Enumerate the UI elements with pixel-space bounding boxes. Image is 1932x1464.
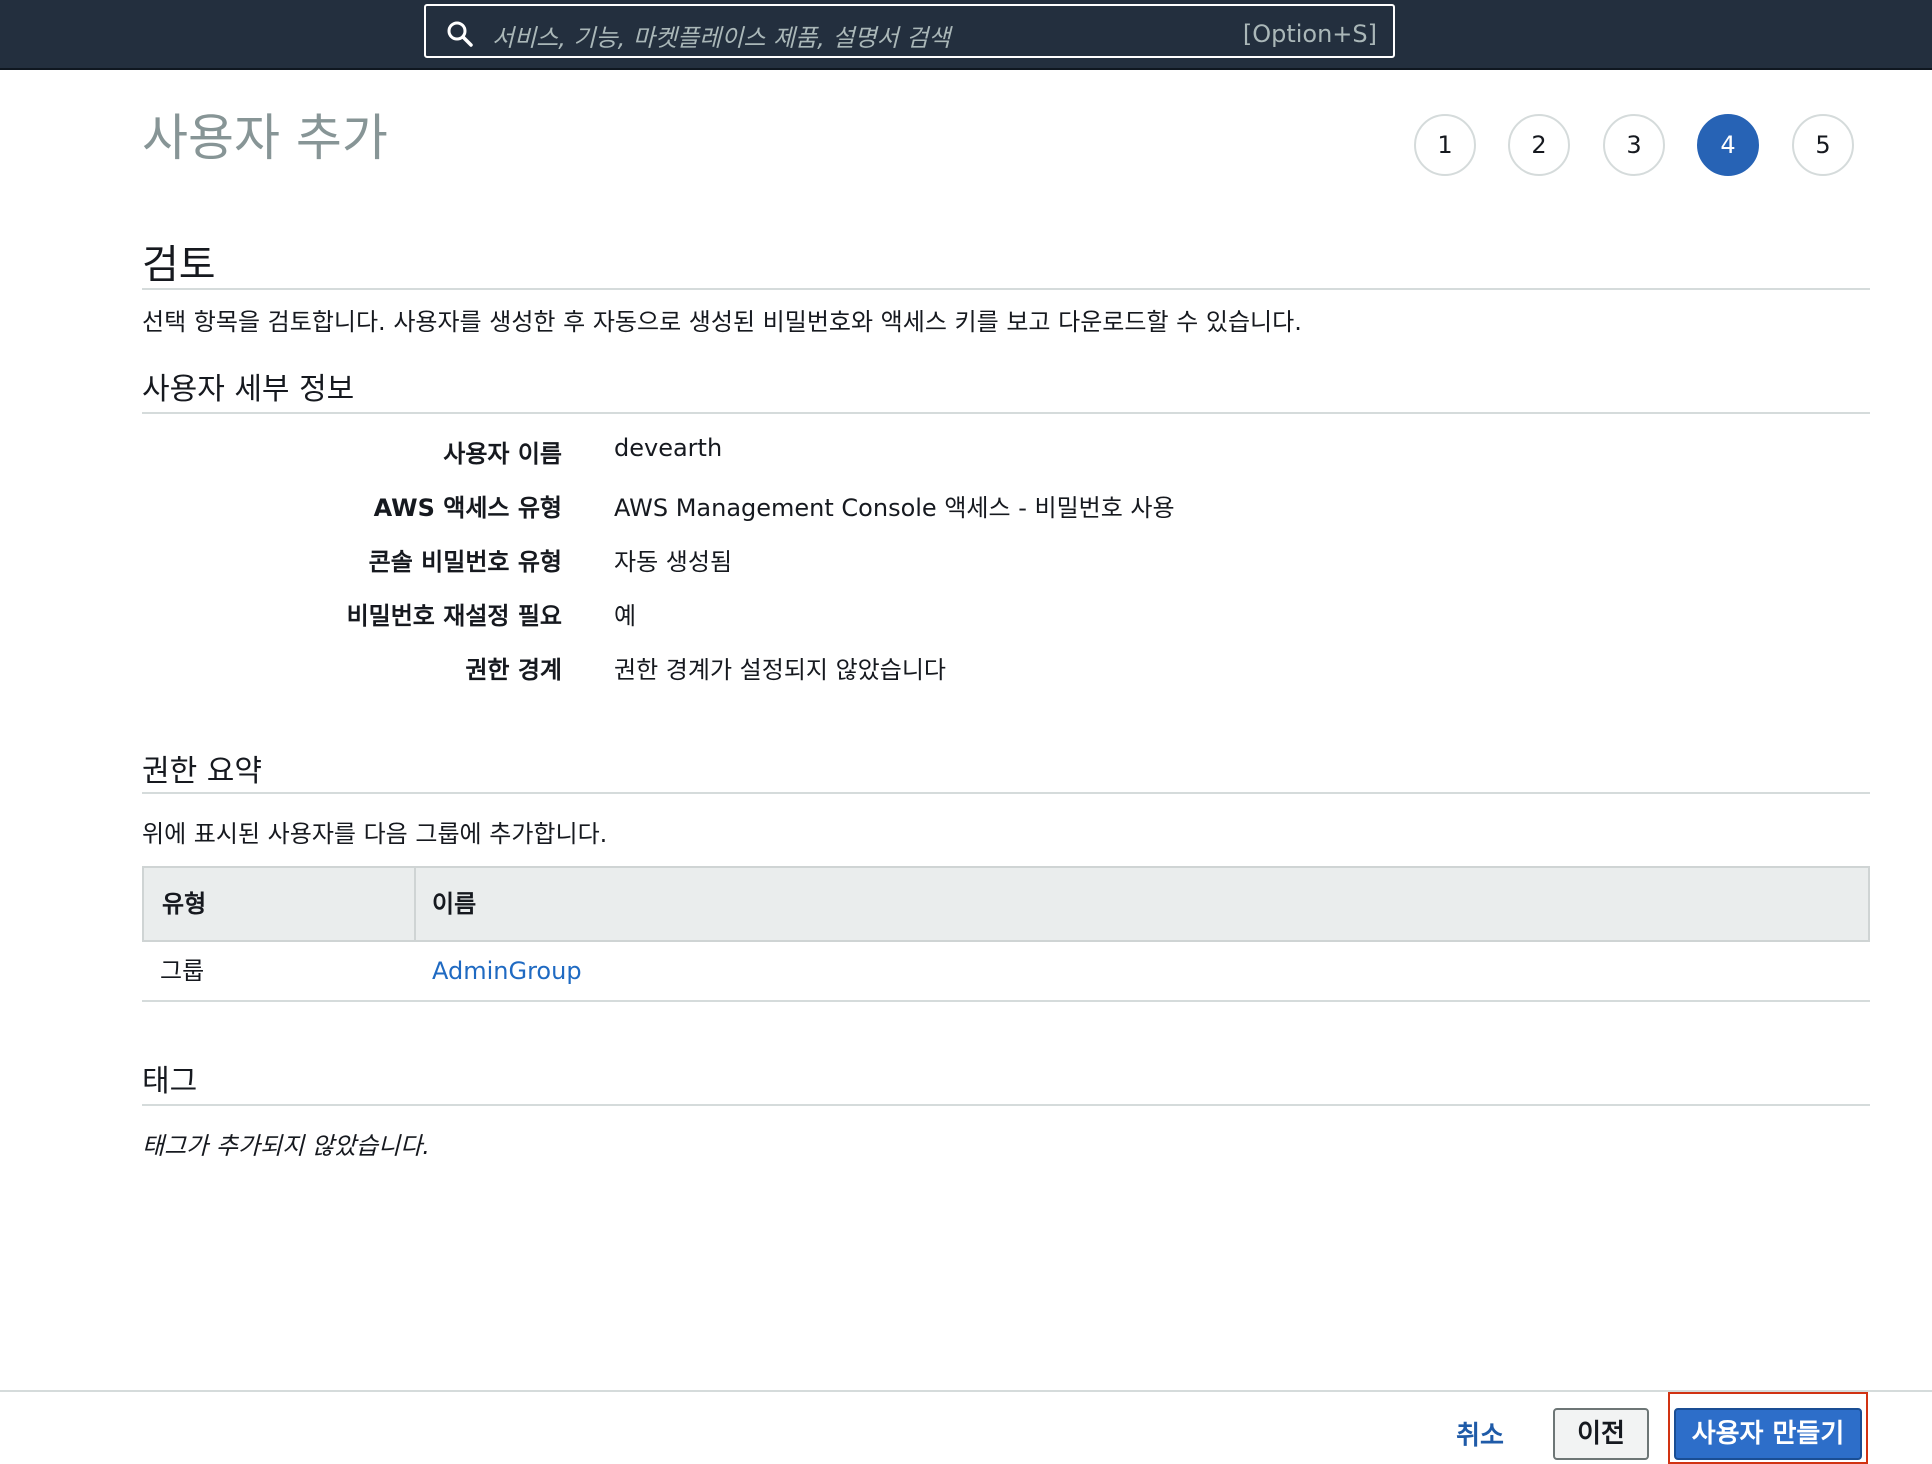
column-header-name: 이름 (432, 890, 477, 918)
tags-empty-message: 태그가 추가되지 않았습니다. (142, 1132, 430, 1160)
step-3[interactable]: 3 (1603, 114, 1665, 176)
top-navigation-bar: 서비스, 기능, 마켓플레이스 제품, 설명서 검색 [Option+S] (0, 0, 1932, 70)
detail-value-username: devearth (614, 434, 723, 462)
step-1[interactable]: 1 (1414, 114, 1476, 176)
create-user-button[interactable]: 사용자 만들기 (1674, 1408, 1862, 1460)
wizard-steps: 1 2 3 4 5 (0, 114, 1932, 178)
table-row: 그룹 AdminGroup (142, 942, 1870, 1002)
group-link-admingroup[interactable]: AdminGroup (432, 942, 582, 1000)
detail-label-permission-boundary: 권한 경계 (465, 656, 562, 684)
permissions-summary-heading: 권한 요약 (142, 754, 262, 789)
detail-value-password-type: 자동 생성됨 (614, 548, 733, 576)
permissions-summary-description: 위에 표시된 사용자를 다음 그룹에 추가합니다. (142, 820, 608, 848)
user-details-heading: 사용자 세부 정보 (142, 372, 355, 407)
search-input[interactable]: 서비스, 기능, 마켓플레이스 제품, 설명서 검색 [Option+S] (424, 4, 1395, 58)
column-header-type: 유형 (162, 890, 207, 918)
detail-value-access-type: AWS Management Console 액세스 - 비밀번호 사용 (614, 494, 1175, 522)
review-description: 선택 항목을 검토합니다. 사용자를 생성한 후 자동으로 생성된 비밀번호와 … (142, 308, 1302, 336)
permissions-table: 유형 이름 그룹 AdminGroup (142, 866, 1870, 1002)
search-icon (447, 21, 473, 47)
column-divider (414, 868, 416, 940)
detail-value-permission-boundary: 권한 경계가 설정되지 않았습니다 (614, 656, 947, 684)
search-placeholder: 서비스, 기능, 마켓플레이스 제품, 설명서 검색 (492, 24, 951, 52)
step-2[interactable]: 2 (1508, 114, 1570, 176)
permissions-table-header: 유형 이름 (142, 866, 1870, 942)
step-5[interactable]: 5 (1792, 114, 1854, 176)
row-type: 그룹 (160, 957, 205, 985)
search-shortcut-hint: [Option+S] (1242, 20, 1377, 48)
tags-heading: 태그 (142, 1064, 198, 1099)
tags-divider (142, 1104, 1870, 1106)
step-4-current[interactable]: 4 (1697, 114, 1759, 176)
user-details-divider (142, 412, 1870, 414)
permissions-summary-divider (142, 792, 1870, 794)
previous-button[interactable]: 이전 (1553, 1408, 1649, 1460)
footer-divider (0, 1390, 1932, 1392)
detail-label-username: 사용자 이름 (443, 440, 562, 468)
review-divider (142, 288, 1870, 290)
detail-label-password-type: 콘솔 비밀번호 유형 (368, 548, 562, 576)
review-heading: 검토 (142, 242, 216, 288)
detail-label-password-reset: 비밀번호 재설정 필요 (346, 602, 562, 630)
create-user-button-highlight: 사용자 만들기 (1668, 1392, 1868, 1464)
detail-value-password-reset: 예 (614, 602, 637, 630)
cancel-button[interactable]: 취소 (1440, 1410, 1520, 1462)
detail-label-access-type: AWS 액세스 유형 (373, 494, 562, 522)
